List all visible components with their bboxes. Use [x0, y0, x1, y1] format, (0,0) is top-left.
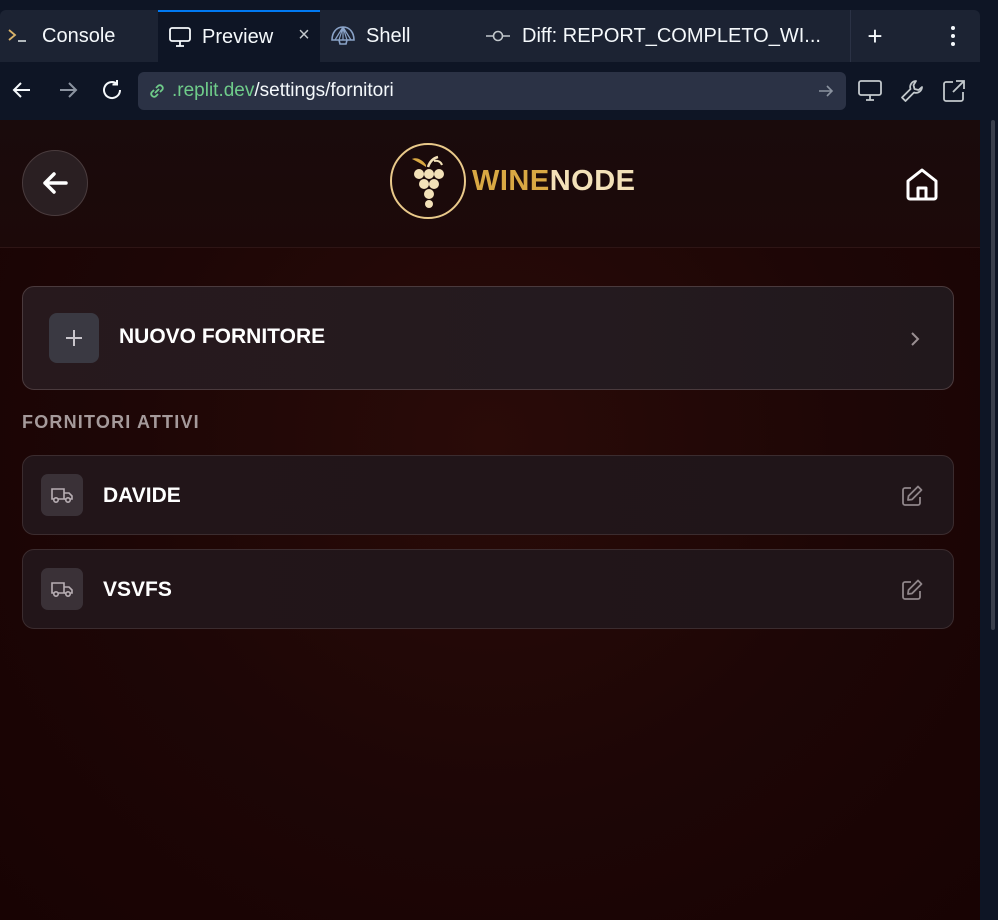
- truck-icon: [41, 474, 83, 516]
- scrollbar[interactable]: [991, 120, 995, 630]
- tab-console[interactable]: Console: [6, 10, 156, 62]
- new-supplier-label: NUOVO FORNITORE: [119, 325, 326, 348]
- supplier-row[interactable]: VSVFS: [22, 549, 954, 629]
- back-button[interactable]: [22, 150, 88, 216]
- home-icon: [906, 168, 938, 201]
- more-options-button[interactable]: [940, 24, 966, 48]
- supplier-row[interactable]: DAVIDE: [22, 455, 954, 535]
- url-host: .replit.dev: [172, 80, 255, 101]
- terminal-icon: [6, 26, 32, 46]
- commit-icon: [484, 26, 512, 46]
- tab-shell[interactable]: Shell: [322, 10, 472, 62]
- close-tab-button[interactable]: ×: [294, 25, 314, 45]
- tab-label: Preview: [202, 25, 274, 48]
- tab-diff[interactable]: Diff: REPORT_COMPLETO_WI...: [476, 10, 848, 62]
- open-new-window-button[interactable]: [939, 76, 969, 106]
- app-header: WINENODE: [0, 120, 980, 248]
- chevron-right-icon: [911, 332, 920, 346]
- tab-label: Console: [42, 24, 116, 47]
- edit-icon: [902, 579, 923, 600]
- back-nav-button[interactable]: [8, 76, 36, 104]
- brand-name: WINENODE: [472, 164, 636, 197]
- reload-icon: [103, 80, 122, 99]
- link-icon: [150, 84, 164, 98]
- edit-supplier-button[interactable]: [899, 577, 925, 603]
- section-title: FORNITORI ATTIVI: [22, 412, 200, 432]
- url-path: /settings/fornitori: [254, 80, 394, 101]
- arrow-left-icon: [12, 82, 30, 98]
- reload-button[interactable]: [98, 76, 126, 104]
- monitor-icon: [858, 80, 882, 101]
- plus-icon: [49, 313, 99, 363]
- settings-button[interactable]: [897, 76, 927, 106]
- tab-label: Shell: [366, 24, 411, 47]
- brand-logo: WINENODE: [390, 142, 636, 220]
- devtools-button[interactable]: [855, 76, 885, 106]
- go-arrow-icon: [819, 85, 834, 97]
- edit-icon: [902, 485, 923, 506]
- monitor-icon: [168, 26, 192, 48]
- truck-icon: [41, 568, 83, 610]
- wrench-icon: [901, 80, 923, 102]
- supplier-name: DAVIDE: [103, 484, 181, 507]
- browser-tab-bar: Console Preview × Shell Diff: REPORT_COM…: [0, 0, 998, 62]
- new-supplier-button[interactable]: NUOVO FORNITORE: [22, 286, 954, 390]
- home-button[interactable]: [902, 164, 942, 204]
- url-field[interactable]: .replit.dev/settings/fornitori: [138, 72, 846, 110]
- shell-icon: [330, 24, 356, 48]
- tab-label: Diff: REPORT_COMPLETO_WI...: [522, 24, 821, 47]
- app-preview: WINENODE NUOVO FORNITORE FORNITORI ATTIV…: [0, 120, 980, 920]
- arrow-left-icon: [43, 172, 68, 194]
- supplier-name: VSVFS: [103, 578, 172, 601]
- tab-divider: [850, 10, 851, 62]
- arrow-right-icon: [60, 82, 78, 98]
- forward-nav-button[interactable]: [54, 76, 82, 104]
- add-tab-button[interactable]: +: [862, 23, 888, 49]
- external-link-icon: [943, 80, 965, 102]
- edit-supplier-button[interactable]: [899, 483, 925, 509]
- grapes-icon: [390, 143, 466, 219]
- window-edge: [980, 120, 998, 920]
